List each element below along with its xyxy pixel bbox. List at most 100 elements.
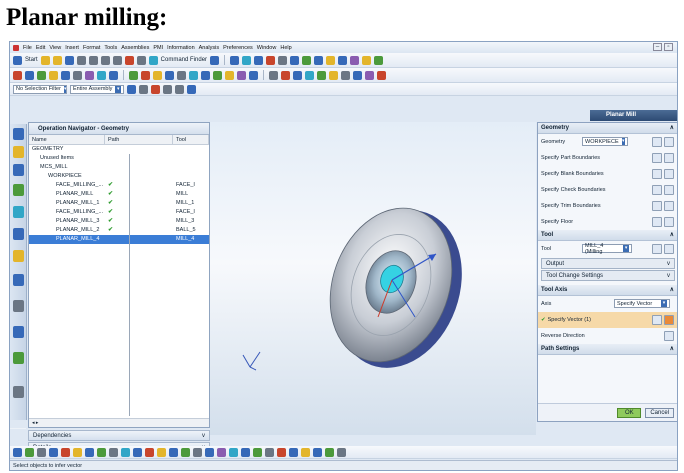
ops-tool-10-icon[interactable] [121,447,130,457]
display-boundary-icon[interactable] [664,201,674,211]
create-operation-icon[interactable] [61,70,70,80]
cancel-button[interactable]: Cancel [645,407,674,418]
new-icon[interactable] [40,55,50,65]
navigator-row[interactable]: PLANAR_MILL_3 ✔ MILL_3 [29,217,209,226]
section-icon[interactable] [314,55,324,65]
view-icon[interactable] [290,55,300,65]
machine-control-icon[interactable] [293,70,302,80]
paste-icon[interactable] [112,55,122,65]
delete-icon[interactable] [165,70,174,80]
path-settings-header[interactable]: Path Settings ∧ [538,344,677,355]
dialog-title[interactable]: Planar Mill [590,110,677,121]
ops-tool-20-icon[interactable] [241,447,250,457]
ops-tool-16-icon[interactable] [193,447,202,457]
ok-button[interactable]: OK [617,407,642,418]
ops-tool-12-icon[interactable] [145,447,154,457]
reuse-tab-icon[interactable] [13,184,24,196]
column-name[interactable]: Name [29,135,105,144]
tool-change-subsection[interactable]: Tool Change Settings v [541,270,675,281]
ops-tool-19-icon[interactable] [229,447,238,457]
midpoint-icon[interactable] [163,84,172,94]
display-boundary-icon[interactable] [664,169,674,179]
navigator-row[interactable]: MCS_MILL [29,163,209,172]
assembly-tab-icon[interactable] [13,146,24,158]
menu-preferences[interactable]: Preferences [223,45,253,51]
navigator-row[interactable]: Unused Items [29,154,209,163]
restore-icon[interactable]: ▫ [664,43,673,51]
move-icon[interactable] [353,70,362,80]
color-icon[interactable] [266,55,276,65]
settings-icon[interactable] [13,386,24,398]
navigator-row[interactable]: FACE_MILLING_... ✔ FACE_I [29,181,209,190]
display-boundary-icon[interactable] [664,153,674,163]
info-icon[interactable] [365,70,374,80]
start-icon[interactable] [13,55,22,65]
tool-dropdown[interactable]: MILL_4 (Milling ▾ [582,243,632,255]
edit-tool-icon[interactable] [664,244,674,254]
specify-row[interactable]: Specify Blank Boundaries [538,166,677,182]
endpoint-icon[interactable] [175,84,184,94]
clock-icon[interactable] [13,300,24,312]
simulate-icon[interactable] [237,70,246,80]
ops-tool-17-icon[interactable] [205,447,214,457]
navigator-row[interactable]: PLANAR_MILL_2 ✔ BALL_5 [29,226,209,235]
ops-tool-7-icon[interactable] [85,447,94,457]
paste-icon[interactable] [153,70,162,80]
new-geometry-icon[interactable] [652,137,662,147]
ops-tool-27-icon[interactable] [325,447,334,457]
output-subsection[interactable]: Output v [541,258,675,269]
geometry-view-icon[interactable] [97,70,106,80]
ops-tool-28-icon[interactable] [337,447,346,457]
new-tool-icon[interactable] [652,244,662,254]
axis-dropdown[interactable]: Specify Vector ▾ [614,299,670,308]
create-tool-icon[interactable] [25,70,34,80]
vector-dialog-icon[interactable] [652,315,662,325]
close-icon[interactable] [377,70,386,80]
shop-docs-icon[interactable] [269,70,278,80]
menu-help[interactable]: Help [280,45,291,51]
navigator-row[interactable]: PLANAR_MILL_1 ✔ MILL_1 [29,199,209,208]
vector-type-icon[interactable] [664,315,674,325]
ops-tool-23-icon[interactable] [277,447,286,457]
analysis-icon[interactable] [302,55,312,65]
center-icon[interactable] [187,84,196,94]
process-studio-icon[interactable] [13,326,24,338]
generate-icon[interactable] [374,55,384,65]
menu-insert[interactable]: Insert [65,45,79,51]
replay-tool-path-icon[interactable] [201,70,210,80]
manufacturing-icon[interactable] [362,55,372,65]
specify-row[interactable]: Specify Check Boundaries [538,182,677,198]
select-boundary-icon[interactable] [652,217,662,227]
dependencies-panel[interactable]: Dependencies v [28,430,210,441]
menu-tools[interactable]: Tools [104,45,117,51]
menu-file[interactable]: File [23,45,32,51]
horizontal-scrollbar[interactable]: ◂ ▸ [29,418,209,427]
ops-tool-26-icon[interactable] [313,447,322,457]
history-tab-icon[interactable] [13,206,24,218]
ops-tool-11-icon[interactable] [133,447,142,457]
layer-icon[interactable] [254,55,264,65]
geometry-section-header[interactable]: Geometry ∧ [538,123,677,134]
post-process-icon[interactable] [249,70,258,80]
rename-icon[interactable] [177,70,186,80]
menu-window[interactable]: Window [257,45,277,51]
sketch-icon[interactable] [210,55,220,65]
select-all-icon[interactable] [127,84,136,94]
menu-pmi[interactable]: PMI [153,45,163,51]
snap-icon[interactable] [350,55,360,65]
hide-icon[interactable] [326,55,336,65]
ops-tool-5-icon[interactable] [61,447,70,457]
wcs-icon[interactable] [278,55,288,65]
navigator-row[interactable]: GEOMETRY [29,145,209,154]
start-button[interactable]: Start [25,57,38,63]
roles-icon[interactable] [13,274,24,286]
ops-tool-1-icon[interactable] [13,447,22,457]
copy-icon[interactable] [100,55,110,65]
ops-tool-6-icon[interactable] [73,447,82,457]
cut-icon[interactable] [129,70,138,80]
print-icon[interactable] [76,55,86,65]
ops-tool-24-icon[interactable] [289,447,298,457]
render-icon[interactable] [242,55,252,65]
edit-object-icon[interactable] [329,70,338,80]
menu-format[interactable]: Format [83,45,100,51]
